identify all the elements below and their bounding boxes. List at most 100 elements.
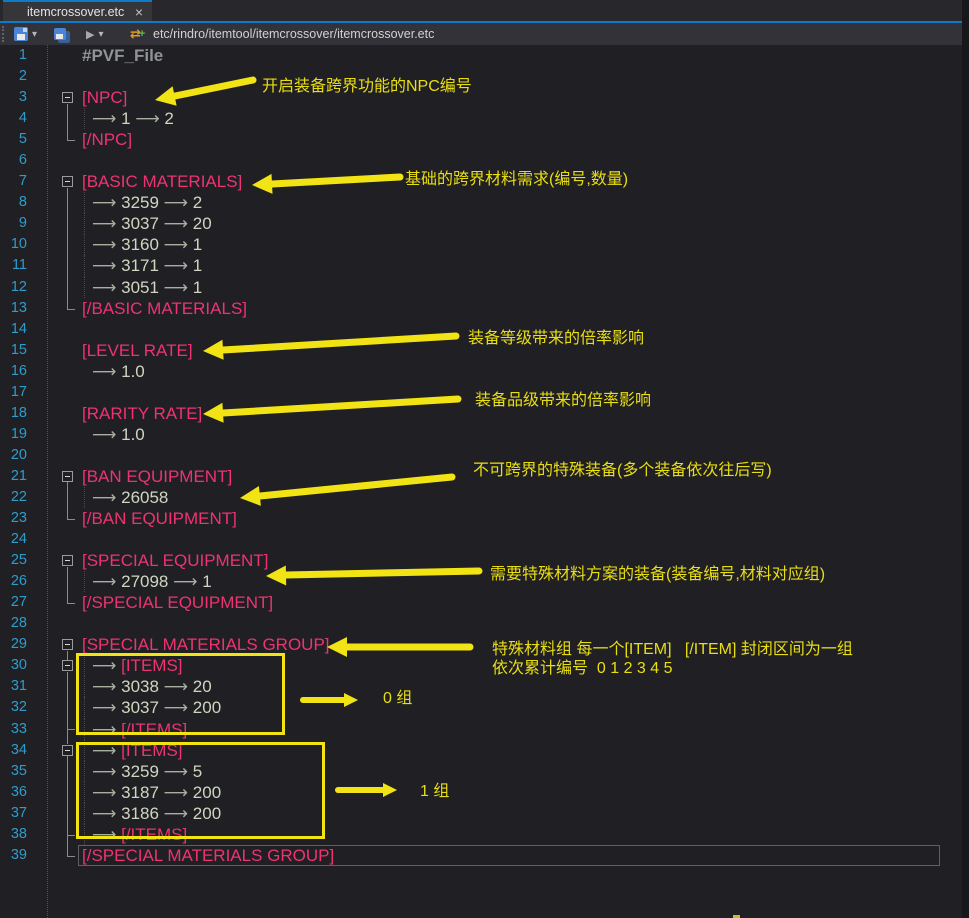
code-text[interactable]: ⟶ 3259 ⟶ 2 — [92, 192, 202, 213]
annotation-rarity-rate: 装备品级带来的倍率影响 — [475, 391, 651, 410]
code-line[interactable]: 12⟶ 3051 ⟶ 1 — [0, 277, 962, 298]
code-line[interactable]: 24 — [0, 529, 962, 550]
save-all-button[interactable] — [54, 26, 66, 42]
fold-collapse-box-icon[interactable] — [62, 92, 73, 103]
code-text[interactable]: ⟶ 27098 ⟶ 1 — [92, 571, 212, 592]
code-text[interactable]: ⟶ 1.0 — [92, 424, 145, 445]
fold-marker-icon[interactable] — [60, 171, 75, 192]
code-line[interactable]: 13[/BASIC MATERIALS] — [0, 298, 962, 319]
line-number: 15 — [0, 340, 27, 361]
code-text[interactable]: ⟶ 26058 — [92, 487, 168, 508]
code-line[interactable]: 4 ⟶ 1 ⟶ 2 — [0, 108, 962, 129]
fold-marker-icon — [60, 234, 75, 255]
code-line[interactable]: 19⟶ 1.0 — [0, 424, 962, 445]
file-path: etc/rindro/itemtool/itemcrossover/itemcr… — [153, 27, 434, 41]
code-text[interactable]: [/BASIC MATERIALS] — [82, 298, 247, 319]
fold-marker-icon — [60, 487, 75, 508]
code-text[interactable]: [/NPC] — [82, 129, 132, 150]
line-number: 18 — [0, 403, 27, 424]
plugin-button[interactable]: ⇄ + — [130, 26, 145, 42]
fold-marker-icon — [60, 298, 75, 319]
code-text[interactable]: ⟶ 3037 ⟶ 20 — [92, 213, 212, 234]
code-line[interactable]: 6 — [0, 150, 962, 171]
code-line[interactable]: 3 [NPC] — [0, 87, 962, 108]
fold-marker-icon — [60, 129, 75, 150]
line-number: 36 — [0, 782, 27, 803]
line-number: 31 — [0, 676, 27, 697]
macro-button[interactable]: ▶ ▾ — [86, 26, 104, 42]
save-button[interactable]: ▾ — [14, 26, 37, 42]
fold-collapse-box-icon[interactable] — [62, 176, 73, 187]
code-line[interactable]: 27[/SPECIAL EQUIPMENT] — [0, 592, 962, 613]
line-number: 23 — [0, 508, 27, 529]
code-text[interactable]: [NPC] — [82, 87, 127, 108]
fold-collapse-box-icon[interactable] — [62, 639, 73, 650]
code-line[interactable]: 9 ⟶ 3037 ⟶ 20 — [0, 213, 962, 234]
save-dropdown-caret-icon[interactable]: ▾ — [32, 29, 37, 40]
code-text[interactable]: #PVF_File — [82, 45, 163, 66]
tab-bar: itemcrossover.etc × — [0, 0, 962, 21]
code-text[interactable]: [LEVEL RATE] — [82, 340, 193, 361]
line-number: 39 — [0, 845, 27, 866]
label-group-1: 1 组 — [420, 782, 449, 801]
code-text[interactable]: [BASIC MATERIALS] — [82, 171, 242, 192]
fold-marker-icon[interactable] — [60, 634, 75, 655]
fold-collapse-box-icon[interactable] — [62, 745, 73, 756]
fold-marker-icon[interactable] — [60, 655, 75, 676]
fold-marker-icon — [60, 277, 75, 298]
line-number: 2 — [0, 66, 27, 87]
code-line[interactable]: 22⟶ 26058 — [0, 487, 962, 508]
save-all-icon — [54, 28, 66, 40]
line-number: 5 — [0, 129, 27, 150]
code-text[interactable]: [BAN EQUIPMENT] — [82, 466, 232, 487]
fold-marker-icon — [60, 824, 75, 845]
line-number: 34 — [0, 740, 27, 761]
close-icon[interactable]: × — [135, 3, 143, 22]
annotation-group-note-line2: 依次累计编号 0 1 2 3 4 5 — [492, 659, 673, 678]
line-number: 6 — [0, 150, 27, 171]
line-number: 9 — [0, 213, 27, 234]
fold-collapse-box-icon[interactable] — [62, 660, 73, 671]
code-text[interactable]: ⟶ 1 ⟶ 2 — [92, 108, 174, 129]
line-number: 3 — [0, 87, 27, 108]
tab-itemcrossover[interactable]: itemcrossover.etc × — [3, 0, 152, 21]
annotation-basic-materials: 基础的跨界材料需求(编号,数量) — [405, 170, 628, 189]
fold-marker-icon[interactable] — [60, 87, 75, 108]
code-text[interactable]: [RARITY RATE] — [82, 403, 202, 424]
indent-guide — [84, 108, 85, 129]
code-line[interactable]: 11⟶ 3171 ⟶ 1 — [0, 255, 962, 276]
code-line[interactable]: 5 [/NPC] — [0, 129, 962, 150]
fold-marker-icon[interactable] — [60, 466, 75, 487]
code-line[interactable]: 2 — [0, 66, 962, 87]
code-text[interactable]: [SPECIAL EQUIPMENT] — [82, 550, 268, 571]
fold-collapse-box-icon[interactable] — [62, 471, 73, 482]
fold-marker-icon[interactable] — [60, 740, 75, 761]
toolbar: ▾ ▶ ▾ ⇄ + etc/rindro/itemtool/itemcrosso… — [0, 23, 962, 45]
code-text[interactable]: ⟶ 3051 ⟶ 1 — [92, 277, 202, 298]
code-line[interactable]: 16⟶ 1.0 — [0, 361, 962, 382]
fold-marker-icon — [60, 845, 75, 866]
tab-title: itemcrossover.etc — [27, 3, 124, 22]
line-number: 28 — [0, 613, 27, 634]
code-text[interactable]: [/BAN EQUIPMENT] — [82, 508, 237, 529]
fold-marker-icon — [60, 592, 75, 613]
code-line[interactable]: 1#PVF_File — [0, 45, 962, 66]
code-line[interactable]: 10⟶ 3160 ⟶ 1 — [0, 234, 962, 255]
indent-guide — [84, 487, 85, 508]
code-line[interactable]: 23 [/BAN EQUIPMENT] — [0, 508, 962, 529]
fold-marker-icon[interactable] — [60, 550, 75, 571]
indent-guide — [84, 234, 85, 255]
code-text[interactable]: ⟶ 3171 ⟶ 1 — [92, 255, 202, 276]
window-right-edge — [962, 0, 969, 918]
code-line[interactable]: 8⟶ 3259 ⟶ 2 — [0, 192, 962, 213]
fold-collapse-box-icon[interactable] — [62, 555, 73, 566]
line-number: 32 — [0, 697, 27, 718]
macro-dropdown-caret-icon[interactable]: ▾ — [98, 29, 103, 40]
line-number: 4 — [0, 108, 27, 129]
code-text[interactable]: [/SPECIAL EQUIPMENT] — [82, 592, 273, 613]
code-text[interactable]: ⟶ 3160 ⟶ 1 — [92, 234, 202, 255]
code-text[interactable]: ⟶ 1.0 — [92, 361, 145, 382]
indent-guide — [84, 192, 85, 213]
code-line[interactable]: 28 — [0, 613, 962, 634]
toolbar-grip[interactable] — [2, 26, 6, 42]
